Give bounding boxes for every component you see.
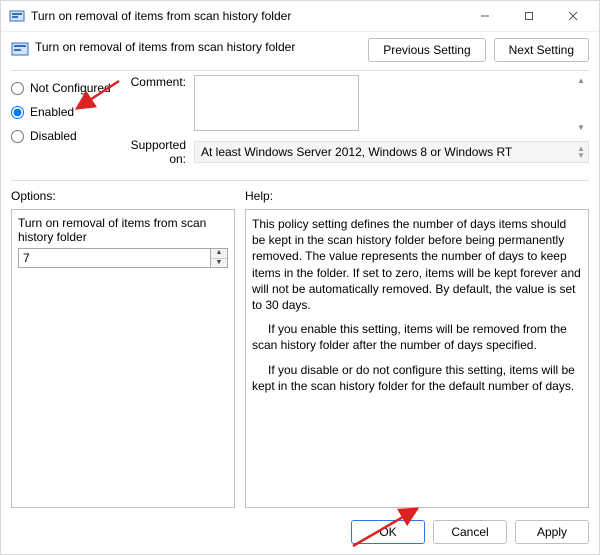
policy-large-icon: [11, 40, 29, 58]
help-p3: If you disable or do not configure this …: [252, 362, 582, 394]
state-right: Comment: ▲▼ Supported on: At least Windo…: [116, 75, 589, 170]
policy-name: Turn on removal of items from scan histo…: [35, 38, 368, 54]
apply-button[interactable]: Apply: [515, 520, 589, 544]
radio-disabled[interactable]: Disabled: [11, 129, 116, 143]
days-spin-up[interactable]: ▲: [211, 249, 227, 258]
help-panel: This policy setting defines the number o…: [245, 209, 589, 508]
cancel-button[interactable]: Cancel: [433, 520, 507, 544]
days-spinner[interactable]: ▲ ▼: [18, 248, 228, 268]
minimize-button[interactable]: [463, 1, 507, 31]
next-setting-button[interactable]: Next Setting: [494, 38, 589, 62]
days-input[interactable]: [18, 248, 210, 268]
lower-section: Options: Turn on removal of items from s…: [1, 185, 599, 514]
state-section: Not Configured Enabled Disabled: [1, 75, 599, 174]
radio-not-configured-label: Not Configured: [30, 81, 111, 95]
previous-setting-button[interactable]: Previous Setting: [368, 38, 485, 62]
state-radio-group: Not Configured Enabled Disabled: [11, 75, 116, 170]
options-label: Options:: [11, 189, 235, 203]
nav-buttons: Previous Setting Next Setting: [368, 38, 589, 62]
window-title: Turn on removal of items from scan histo…: [31, 9, 463, 23]
divider: [11, 180, 589, 181]
comment-label: Comment:: [116, 75, 194, 134]
radio-disabled-input[interactable]: [11, 130, 24, 143]
radio-disabled-label: Disabled: [30, 129, 77, 143]
options-panel: Turn on removal of items from scan histo…: [11, 209, 235, 508]
help-text: This policy setting defines the number o…: [252, 216, 582, 394]
options-column: Options: Turn on removal of items from s…: [11, 189, 235, 508]
comment-row: Comment: ▲▼: [116, 75, 589, 134]
supported-label: Supported on:: [116, 138, 194, 166]
supported-scroll[interactable]: ▲▼: [577, 145, 585, 159]
radio-enabled-label: Enabled: [30, 105, 74, 119]
radio-enabled[interactable]: Enabled: [11, 105, 116, 119]
footer: OK Cancel Apply: [1, 514, 599, 554]
radio-enabled-input[interactable]: [11, 106, 24, 119]
comment-textarea[interactable]: [194, 75, 359, 131]
maximize-button[interactable]: [507, 1, 551, 31]
dialog-window: Turn on removal of items from scan histo…: [0, 0, 600, 555]
titlebar: Turn on removal of items from scan histo…: [1, 1, 599, 32]
help-label: Help:: [245, 189, 589, 203]
supported-row: Supported on: At least Windows Server 20…: [116, 138, 589, 166]
radio-not-configured[interactable]: Not Configured: [11, 81, 116, 95]
supported-text: At least Windows Server 2012, Windows 8 …: [195, 142, 518, 162]
supported-box: At least Windows Server 2012, Windows 8 …: [194, 141, 589, 163]
help-p2: If you enable this setting, items will b…: [252, 321, 582, 353]
days-spin-buttons[interactable]: ▲ ▼: [210, 248, 228, 268]
header-row: Turn on removal of items from scan histo…: [1, 32, 599, 70]
radio-not-configured-input[interactable]: [11, 82, 24, 95]
help-column: Help: This policy setting defines the nu…: [245, 189, 589, 508]
divider: [11, 70, 589, 71]
close-button[interactable]: [551, 1, 595, 31]
help-p1: This policy setting defines the number o…: [252, 216, 582, 313]
policy-icon: [9, 8, 25, 24]
days-spin-down[interactable]: ▼: [211, 258, 227, 268]
ok-button[interactable]: OK: [351, 520, 425, 544]
comment-scroll[interactable]: ▲▼: [575, 77, 587, 132]
option-item-label: Turn on removal of items from scan histo…: [18, 216, 228, 244]
